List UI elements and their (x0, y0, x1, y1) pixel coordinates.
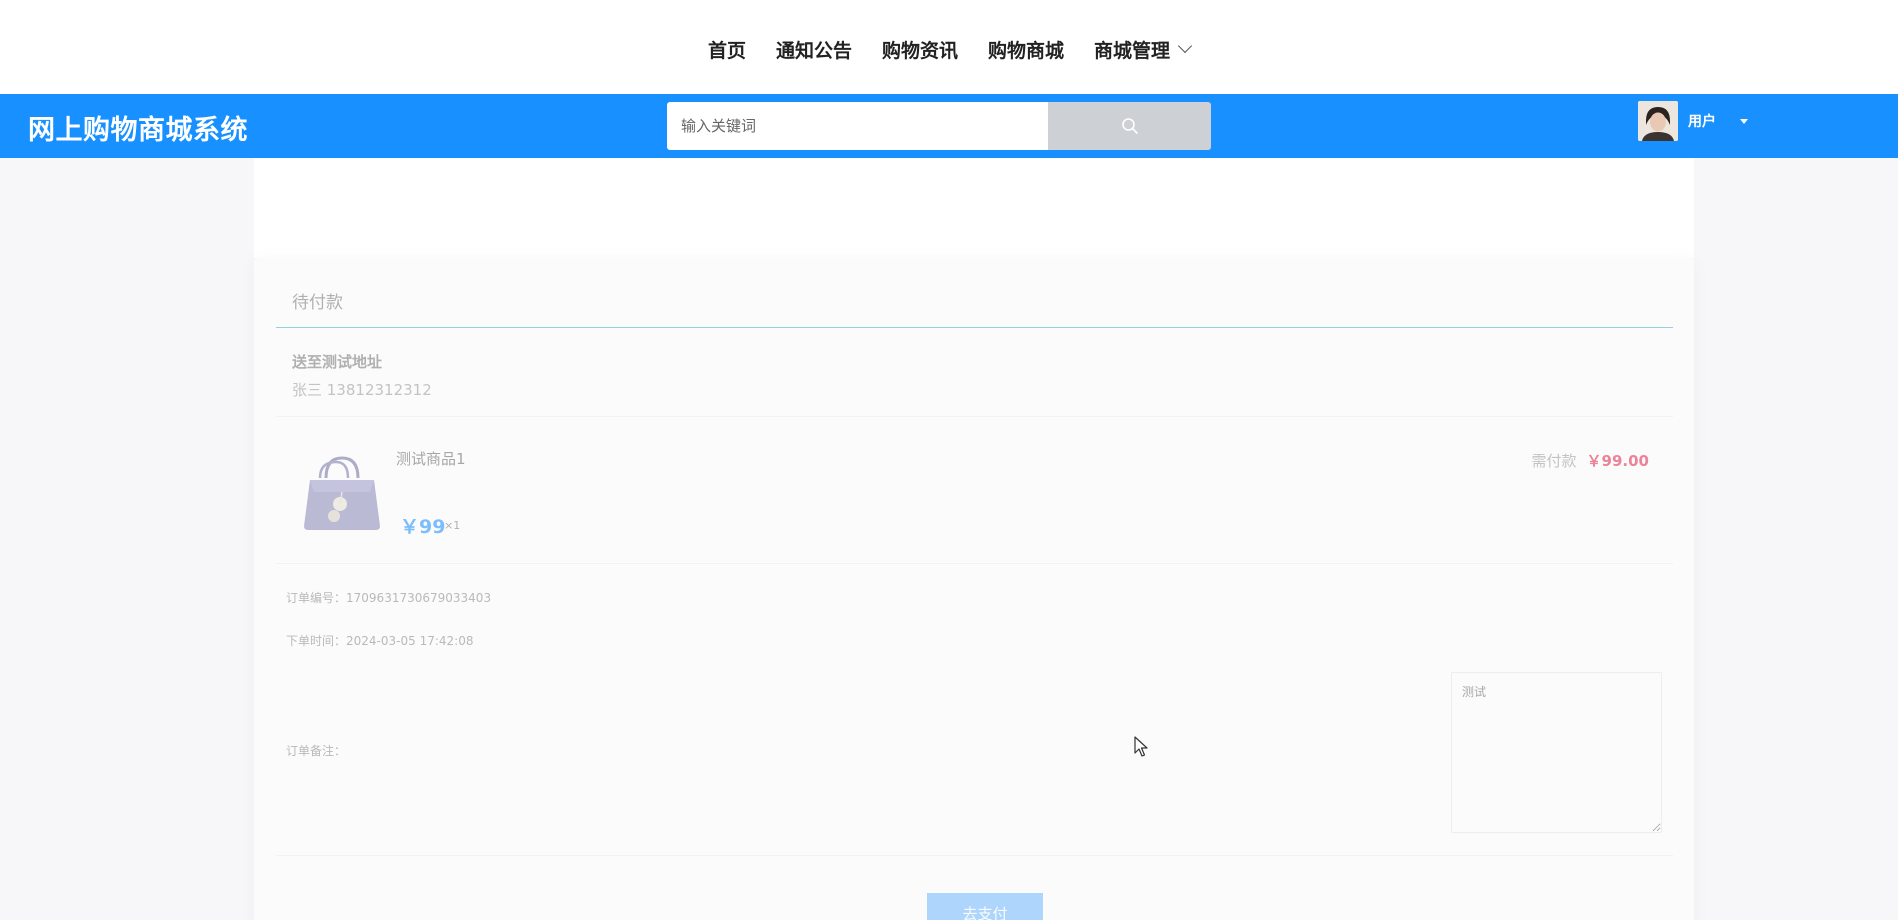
nav-item-news[interactable]: 购物资讯 (882, 36, 958, 63)
amount-due-label: 需付款 (1531, 452, 1577, 470)
product-quantity: ×1 (444, 519, 461, 532)
order-remark-label: 订单备注： (286, 744, 347, 758)
order-number-value: 1709631730679033403 (346, 591, 492, 605)
mouse-cursor-icon (1134, 736, 1148, 757)
nav-item-mall[interactable]: 购物商城 (988, 36, 1064, 63)
nav-item-mall-management[interactable]: 商城管理 (1094, 36, 1193, 63)
recipient-info: 张三 13812312312 (292, 381, 432, 399)
page-top-area (254, 158, 1694, 258)
order-time: 下单时间：2024-03-05 17:42:08 (286, 632, 473, 649)
order-status: 待付款 (292, 293, 343, 313)
order-time-value: 2024-03-05 17:42:08 (346, 634, 474, 648)
address-title: 送至测试地址 (292, 353, 383, 371)
search-button[interactable] (1048, 102, 1211, 150)
pay-button[interactable]: 去支付 (927, 893, 1043, 920)
caret-down-icon (1740, 118, 1748, 124)
search-bar (667, 102, 1211, 150)
divider (276, 855, 1673, 856)
order-number: 订单编号：1709631730679033403 (286, 589, 491, 606)
search-icon (1121, 118, 1138, 134)
site-title: 网上购物商城系统 (28, 115, 248, 146)
amount-due-value: ￥99.00 (1586, 452, 1649, 470)
product-image (304, 456, 380, 530)
user-menu[interactable]: 用户 (1638, 101, 1748, 141)
product-name[interactable]: 测试商品1 (396, 448, 466, 469)
avatar (1638, 101, 1678, 141)
user-name: 用户 (1688, 114, 1716, 130)
header-bar: 网上购物商城系统 用户 (0, 94, 1898, 158)
nav-item-home[interactable]: 首页 (708, 36, 746, 63)
order-remark-textarea[interactable]: 测试 (1451, 672, 1662, 833)
order-number-label: 订单编号： (286, 591, 347, 605)
product-price: ￥99 (400, 516, 446, 538)
avatar-image (1638, 101, 1678, 141)
amount-due: 需付款 ￥99.00 (1532, 450, 1649, 471)
top-navigation: 首页 通知公告 购物资讯 购物商城 商城管理 (0, 0, 1898, 94)
order-card: 待付款 送至测试地址 张三 13812312312 测试商品1 ￥99 ×1 需… (254, 258, 1694, 920)
chevron-down-icon (1177, 38, 1193, 54)
title-divider (276, 327, 1673, 328)
nav-item-notices[interactable]: 通知公告 (776, 36, 852, 63)
divider (276, 416, 1673, 417)
top-menu: 首页 通知公告 购物资讯 购物商城 商城管理 (708, 36, 1193, 63)
divider (276, 563, 1673, 564)
search-input[interactable] (667, 102, 1048, 150)
order-time-label: 下单时间： (286, 634, 347, 648)
